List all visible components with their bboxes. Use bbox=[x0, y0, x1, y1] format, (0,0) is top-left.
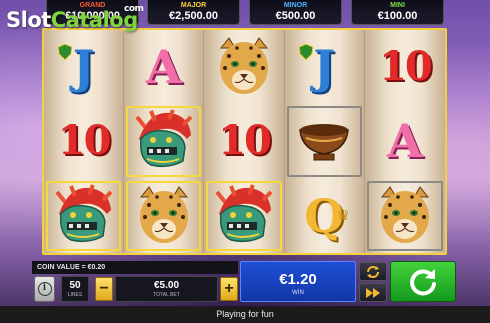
watermark-logo: SlotCatalog com bbox=[6, 4, 144, 32]
info-icon: i bbox=[37, 282, 52, 296]
reel-3: 10 bbox=[204, 30, 285, 253]
shield-icon bbox=[298, 44, 313, 60]
reel-cell: A bbox=[365, 104, 445, 178]
jackpot-mini: MINI €100.00 bbox=[351, 0, 444, 25]
symbol-10: 10 bbox=[218, 117, 272, 165]
mayan-mask-icon bbox=[215, 183, 273, 242]
autoplay-icon bbox=[367, 265, 379, 278]
win-display: €1.20 WIN bbox=[240, 261, 356, 302]
logo-slot-text: Slot bbox=[6, 8, 51, 32]
reel-cell bbox=[365, 179, 445, 253]
reel-cell bbox=[204, 179, 283, 253]
control-panel: COIN VALUE = €0.20 i 50 LINES − €5.00 TO… bbox=[32, 261, 456, 303]
jackpot-minor-value: €500.00 bbox=[275, 10, 316, 22]
leopard-icon bbox=[139, 185, 188, 243]
total-bet-value: €5.00 bbox=[153, 280, 180, 291]
logo-com-text: com bbox=[124, 4, 144, 14]
lines-value: 50 bbox=[69, 280, 81, 291]
symbol-j: J bbox=[72, 40, 95, 95]
reel-1: J 10 bbox=[44, 30, 125, 253]
symbol-a: A bbox=[145, 40, 182, 95]
shield-icon bbox=[58, 44, 72, 60]
coin-value-display: COIN VALUE = €0.20 bbox=[32, 261, 238, 274]
symbol-a: A bbox=[387, 114, 423, 169]
symbol-10: 10 bbox=[379, 43, 433, 91]
reel-cell: J bbox=[44, 30, 123, 104]
reel-cell: 10 bbox=[204, 104, 283, 178]
reel-cell bbox=[44, 179, 123, 253]
jackpot-mini-value: €100.00 bbox=[377, 10, 418, 22]
reel-5: 10 A bbox=[364, 30, 445, 253]
symbol-j: J bbox=[313, 40, 336, 95]
status-bar: Playing for fun bbox=[0, 306, 490, 323]
reel-4: J Q ♛ bbox=[284, 30, 365, 253]
total-bet-display: €5.00 TOTAL BET bbox=[115, 276, 218, 302]
reel-cell: 10 bbox=[365, 30, 445, 104]
lines-label: LINES bbox=[67, 292, 83, 298]
reel-cell bbox=[204, 30, 283, 104]
reel-cell bbox=[124, 104, 203, 178]
autoplay-button[interactable] bbox=[359, 262, 387, 281]
spin-button[interactable] bbox=[390, 261, 456, 302]
reel-cell: J bbox=[285, 30, 364, 104]
leopard-icon bbox=[219, 37, 269, 95]
jackpot-major-value: €2,500.00 bbox=[169, 10, 218, 22]
win-label: WIN bbox=[292, 290, 304, 296]
jackpot-minor: MINOR €500.00 bbox=[249, 0, 342, 25]
decrease-bet-button[interactable]: − bbox=[95, 277, 113, 301]
reel-cell: 10 bbox=[44, 104, 123, 178]
turbo-button[interactable] bbox=[359, 283, 387, 302]
symbol-10: 10 bbox=[57, 117, 112, 165]
jackpot-minor-label: MINOR bbox=[283, 2, 308, 9]
jackpot-major: MAJOR €2,500.00 bbox=[147, 0, 240, 25]
reel-cell: Q ♛ bbox=[285, 179, 364, 253]
lines-display: 50 LINES bbox=[61, 276, 89, 302]
crown-icon: ♛ bbox=[337, 206, 350, 223]
mayan-mask-icon bbox=[55, 183, 113, 242]
fast-forward-icon bbox=[366, 287, 380, 298]
reel-cell bbox=[285, 104, 364, 178]
jackpot-mini-label: MINI bbox=[390, 2, 405, 9]
total-bet-label: TOTAL BET bbox=[153, 292, 180, 298]
jackpot-major-label: MAJOR bbox=[180, 2, 207, 9]
reel-cell: A bbox=[124, 30, 203, 104]
increase-bet-button[interactable]: + bbox=[220, 277, 238, 301]
reel-cell bbox=[124, 179, 203, 253]
spin-icon bbox=[410, 268, 436, 295]
win-value: €1.20 bbox=[279, 271, 317, 288]
info-button[interactable]: i bbox=[34, 276, 55, 302]
mayan-mask-icon bbox=[135, 109, 193, 168]
reel-2: A bbox=[124, 30, 205, 253]
reel-grid: J 10 A 10 J Q ♛ 10 A bbox=[42, 28, 447, 255]
bowl-icon bbox=[299, 124, 350, 161]
leopard-icon bbox=[380, 185, 429, 243]
